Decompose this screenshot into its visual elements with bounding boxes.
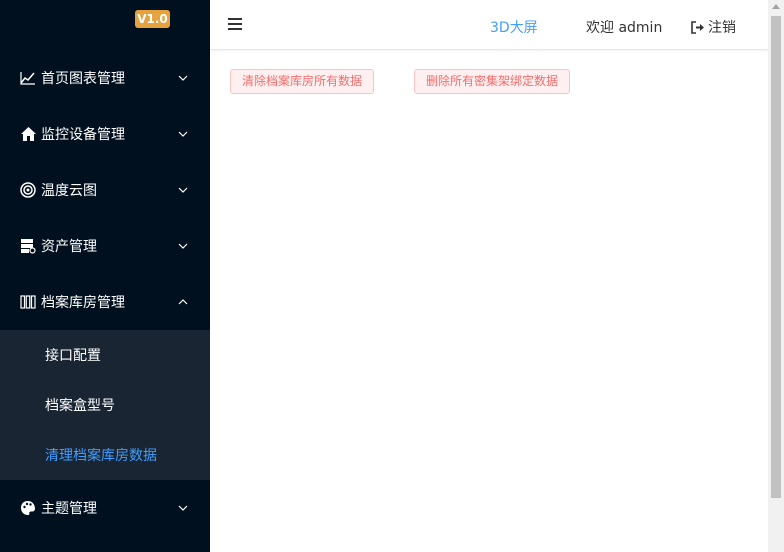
menu-item-label: 档案库房管理 <box>41 295 125 311</box>
scroll-thumb[interactable] <box>771 16 781 498</box>
server-icon <box>20 238 36 254</box>
logout-button[interactable]: 注销 <box>690 17 736 37</box>
menu-item-label: 监控设备管理 <box>41 127 125 143</box>
menu-item-temperature-map[interactable]: 温度云图 <box>0 162 210 218</box>
palette-icon <box>20 500 36 516</box>
menu-item-label: 温度云图 <box>41 183 97 199</box>
chevron-down-icon <box>177 240 189 252</box>
version-badge: V1.0 <box>135 10 170 28</box>
chevron-down-icon <box>177 502 189 514</box>
home-icon <box>20 126 36 142</box>
chevron-down-icon <box>177 72 189 84</box>
menu-item-assets[interactable]: 资产管理 <box>0 218 210 274</box>
archive-columns-icon <box>20 294 36 310</box>
submenu-item-clean-archive-data[interactable]: 清理档案库房数据 <box>0 430 210 480</box>
vertical-scrollbar[interactable] <box>768 0 784 552</box>
scroll-up-arrow-icon[interactable] <box>772 4 780 9</box>
logout-label: 注销 <box>708 20 736 36</box>
submenu-item-label: 清理档案库房数据 <box>45 448 157 464</box>
menu-item-monitor-devices[interactable]: 监控设备管理 <box>0 106 210 162</box>
hamburger-menu-icon[interactable] <box>228 18 242 32</box>
top-header: 3D大屏 欢迎 admin 注销 <box>210 0 768 50</box>
menu-item-label: 主题管理 <box>41 501 97 517</box>
clear-archive-data-button[interactable]: 清除档案库房所有数据 <box>230 69 375 94</box>
welcome-text: 欢迎 admin <box>586 20 663 36</box>
submenu-item-label: 档案盒型号 <box>45 398 115 414</box>
menu-item-archive-storage[interactable]: 档案库房管理 <box>0 274 210 330</box>
delete-rack-bindings-button[interactable]: 删除所有密集架绑定数据 <box>414 69 571 94</box>
submenu-archive-storage: 接口配置 档案盒型号 清理档案库房数据 <box>0 330 210 480</box>
chevron-up-icon <box>177 296 189 308</box>
3d-screen-link[interactable]: 3D大屏 <box>490 17 538 37</box>
sidebar: V1.0 首页图表管理 监控设备管理 温度云图 资产管理 档案库房管理 接口配置… <box>0 0 210 552</box>
menu-item-label: 资产管理 <box>41 239 97 255</box>
sign-out-icon <box>690 20 706 34</box>
chevron-down-icon <box>177 128 189 140</box>
menu-item-theme[interactable]: 主题管理 <box>0 480 210 536</box>
line-chart-icon <box>20 70 36 86</box>
menu-item-home-charts[interactable]: 首页图表管理 <box>0 50 210 106</box>
submenu-item-archive-box-model[interactable]: 档案盒型号 <box>0 380 210 430</box>
menu-item-label: 首页图表管理 <box>41 71 125 87</box>
chevron-down-icon <box>177 184 189 196</box>
target-icon <box>20 182 36 198</box>
submenu-item-interface-config[interactable]: 接口配置 <box>0 330 210 380</box>
submenu-item-label: 接口配置 <box>45 348 101 364</box>
